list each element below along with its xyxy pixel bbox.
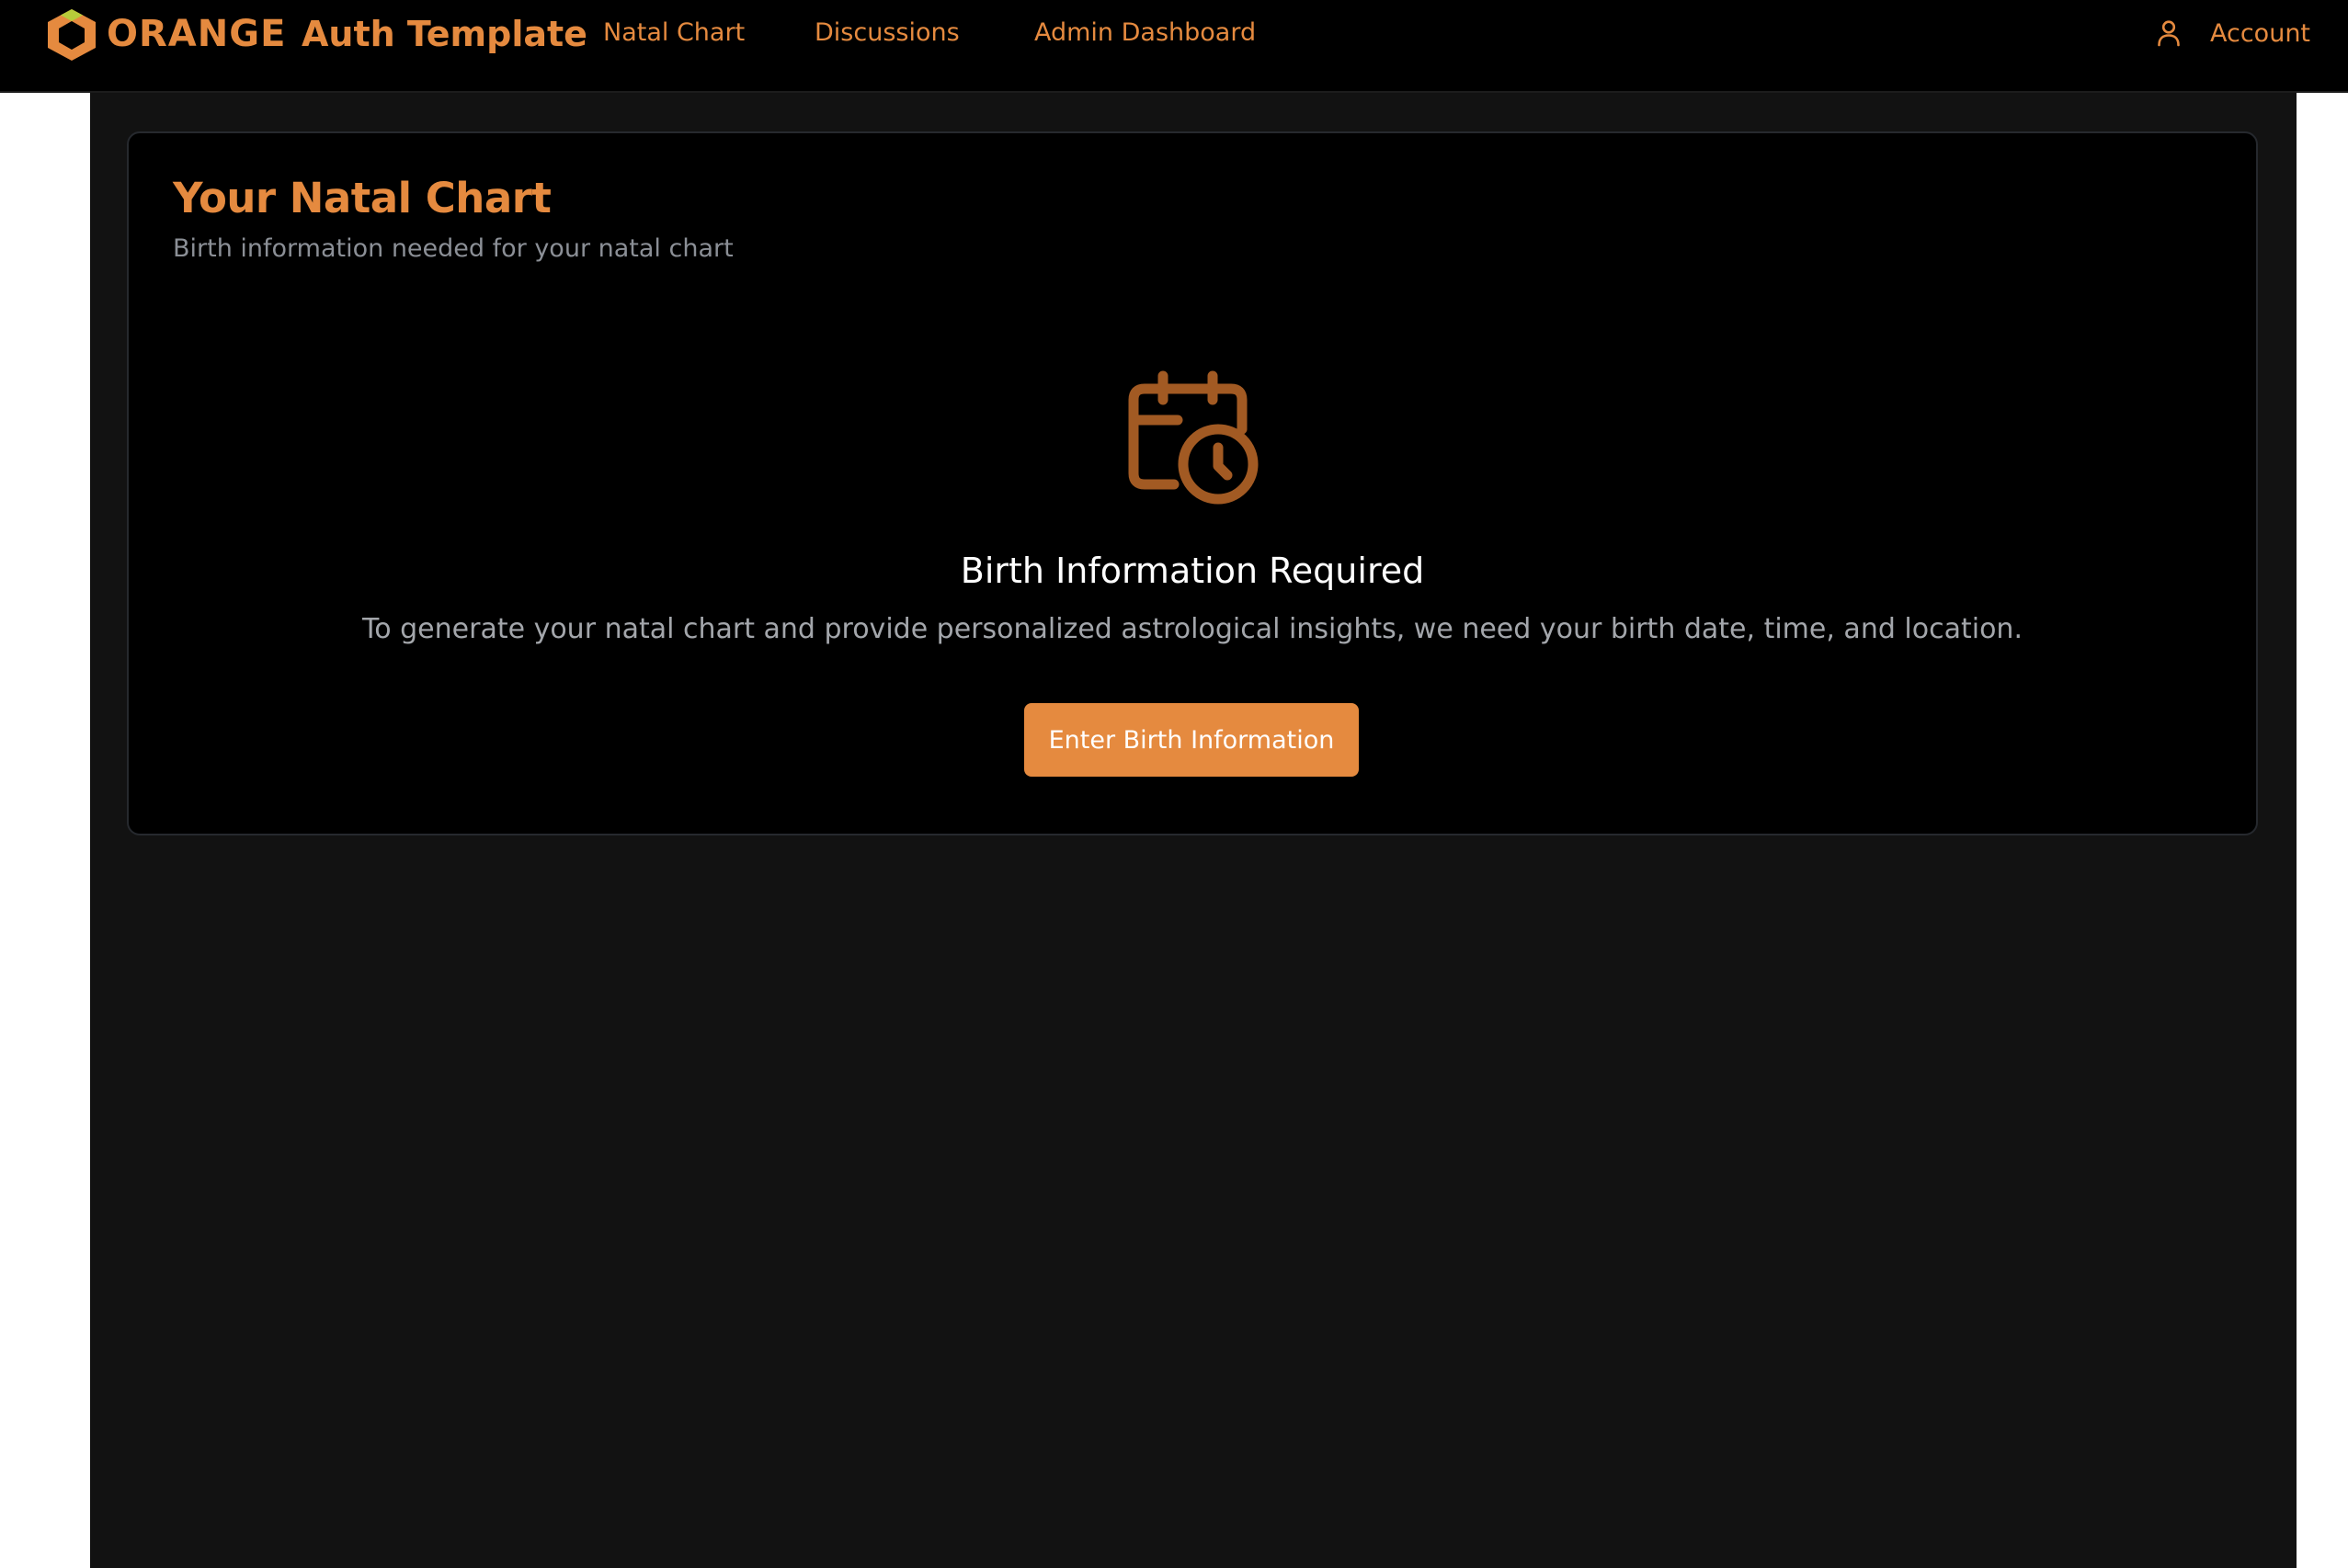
card-subtitle: Birth information needed for your natal …	[173, 234, 734, 263]
brand-logo[interactable]: ORANGE	[44, 6, 286, 62]
nav-link-natal-chart[interactable]: Natal Chart	[603, 15, 745, 51]
account-menu[interactable]: Account	[2157, 15, 2310, 51]
hexagon-logo-icon	[48, 9, 96, 61]
brand-title[interactable]: Auth Template	[302, 11, 587, 57]
natal-chart-card: Your Natal Chart Birth information neede…	[127, 131, 2258, 835]
account-label: Account	[2210, 18, 2311, 48]
card-title: Your Natal Chart	[173, 174, 552, 222]
empty-state-description: To generate your natal chart and provide…	[362, 613, 2023, 645]
user-icon	[2158, 20, 2180, 47]
empty-state-title: Birth Information Required	[960, 551, 1425, 591]
main-content: Your Natal Chart Birth information neede…	[90, 93, 2297, 1568]
nav-link-discussions[interactable]: Discussions	[815, 15, 960, 51]
nav-link-admin-dashboard[interactable]: Admin Dashboard	[1034, 15, 1256, 51]
calendar-clock-icon	[1124, 369, 1262, 511]
enter-birth-information-button[interactable]: Enter Birth Information	[1024, 703, 1359, 777]
logo-wordmark: ORANGE	[107, 13, 287, 55]
top-navbar: ORANGE Auth Template Natal Chart Discuss…	[0, 0, 2348, 93]
